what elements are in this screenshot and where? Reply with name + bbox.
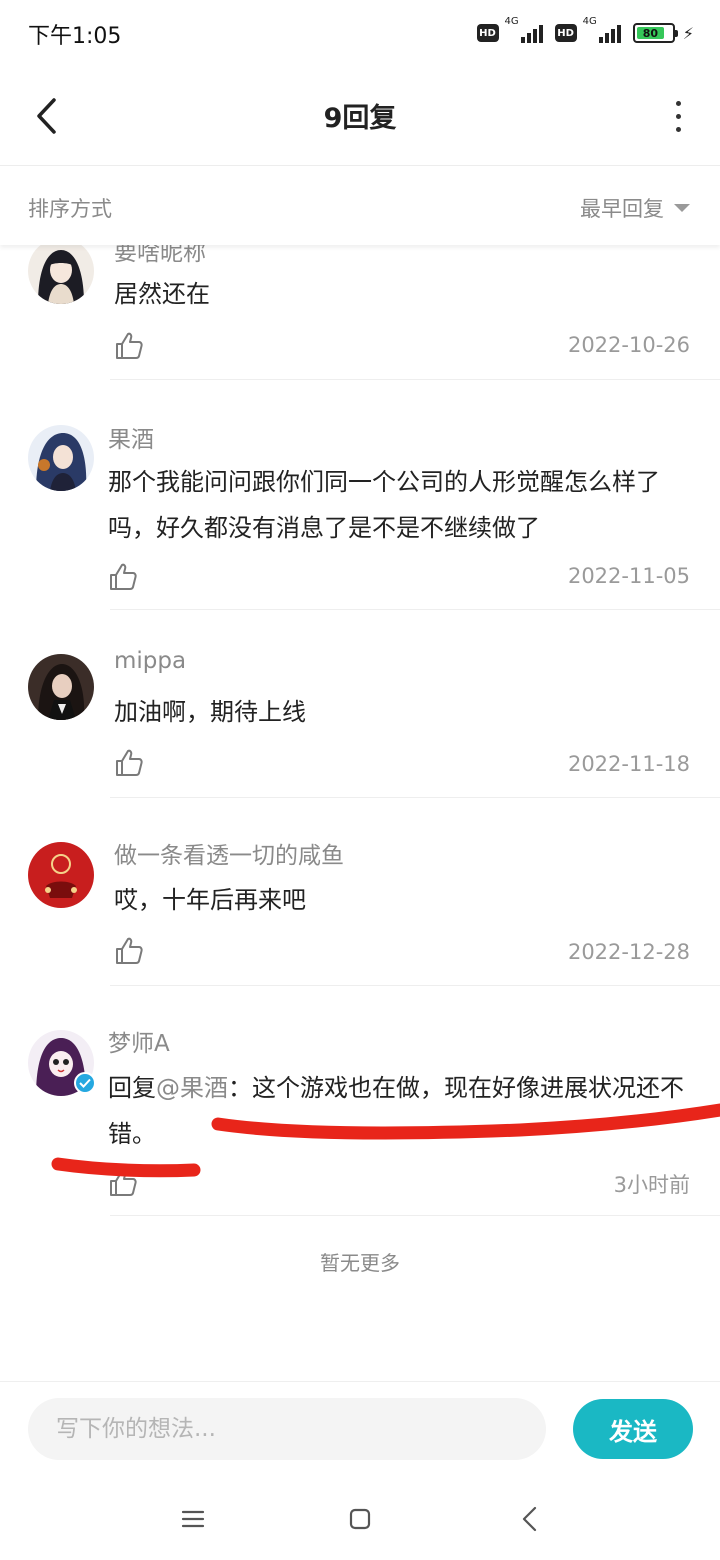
status-icons: HD 4G HD 4G 80 ⚡ <box>476 16 694 46</box>
thumbs-up-icon <box>116 332 143 359</box>
sort-dropdown[interactable]: 最早回复 <box>580 193 690 223</box>
network-type: 4G <box>582 16 597 27</box>
username[interactable]: 果酒 <box>108 420 154 454</box>
comment-date: 2022-10-26 <box>567 333 690 357</box>
divider <box>110 609 720 610</box>
reply-list[interactable]: 要啥昵称 居然还在 2022-10-26 果酒 那个我能问问跟你们同一个公司的人… <box>0 245 720 1380</box>
username[interactable]: mippa <box>114 648 186 674</box>
list-end-text: 暂无更多 <box>320 1251 400 1275</box>
username[interactable]: 要啥昵称 <box>114 245 206 267</box>
header: 9回复 <box>0 66 720 166</box>
divider <box>110 379 720 380</box>
divider <box>110 985 720 986</box>
verified-icon <box>74 1072 96 1094</box>
comment-input[interactable] <box>28 1398 546 1460</box>
mention-link[interactable]: @果酒 <box>156 1074 228 1102</box>
comment-text: 居然还在 <box>114 280 210 308</box>
like-button[interactable] <box>108 562 138 592</box>
signal-icon <box>520 23 543 43</box>
network-type: 4G <box>504 16 519 27</box>
thumbs-up-icon <box>116 937 143 964</box>
battery-icon: 80 <box>632 23 678 43</box>
comment-text: 哎，十年后再来吧 <box>114 886 306 914</box>
comment-date: 2022-11-05 <box>567 564 690 588</box>
comment-text: 那个我能问问跟你们同一个公司的人形觉醒怎么样了吗，好久都没有消息了是不是不继续做… <box>108 468 660 542</box>
triangle-back-icon <box>522 1506 537 1532</box>
comment-text: 加油啊，期待上线 <box>114 698 306 726</box>
divider <box>110 1215 720 1216</box>
comment-date: 2022-11-18 <box>567 752 690 776</box>
nav-back-button[interactable] <box>510 1499 550 1539</box>
nav-menu-button[interactable] <box>173 1499 213 1539</box>
avatar[interactable] <box>28 245 94 304</box>
sort-bar: 排序方式 最早回复 <box>0 167 720 245</box>
menu-icon <box>181 1510 205 1528</box>
reply-prefix: 回复 <box>108 1074 156 1102</box>
battery-level: 80 <box>636 27 664 40</box>
status-time: 下午1:05 <box>28 24 122 49</box>
thumbs-up-icon <box>110 1169 137 1196</box>
username[interactable]: 梦师A <box>108 1024 170 1058</box>
hd-badge: HD <box>476 24 499 42</box>
send-button[interactable]: 发送 <box>573 1399 693 1459</box>
avatar[interactable] <box>28 425 94 491</box>
hd-badge: HD <box>554 24 577 42</box>
comment-input-bar: 发送 <box>0 1381 720 1475</box>
avatar[interactable] <box>28 1030 96 1096</box>
thumbs-up-icon <box>116 749 143 776</box>
like-button[interactable] <box>114 748 144 778</box>
thumbs-up-icon <box>110 563 137 590</box>
caret-down-icon <box>674 204 690 212</box>
square-icon <box>349 1508 371 1530</box>
system-nav-bar <box>0 1475 720 1560</box>
more-vertical-icon <box>675 100 681 106</box>
username[interactable]: 做一条看透一切的咸鱼 <box>114 836 344 870</box>
like-button[interactable] <box>108 1168 138 1198</box>
avatar[interactable] <box>28 654 94 720</box>
comment-text: 回复@果酒：这个游戏也在做，现在好像进展状况还不错。 <box>108 1065 698 1157</box>
page-title: 9回复 <box>323 103 397 134</box>
charging-icon: ⚡ <box>682 23 694 43</box>
more-button[interactable] <box>666 96 690 136</box>
like-button[interactable] <box>114 331 144 361</box>
signal-icon <box>598 23 621 43</box>
avatar[interactable] <box>28 842 94 908</box>
divider <box>110 797 720 798</box>
nav-home-button[interactable] <box>340 1499 380 1539</box>
sort-selected-value: 最早回复 <box>580 197 664 221</box>
sort-label: 排序方式 <box>28 197 112 221</box>
comment-date: 3小时前 <box>613 1173 690 1197</box>
like-button[interactable] <box>114 936 144 966</box>
status-bar: 下午1:05 HD 4G HD 4G 80 ⚡ <box>0 0 720 66</box>
comment-date: 2022-12-28 <box>567 940 690 964</box>
